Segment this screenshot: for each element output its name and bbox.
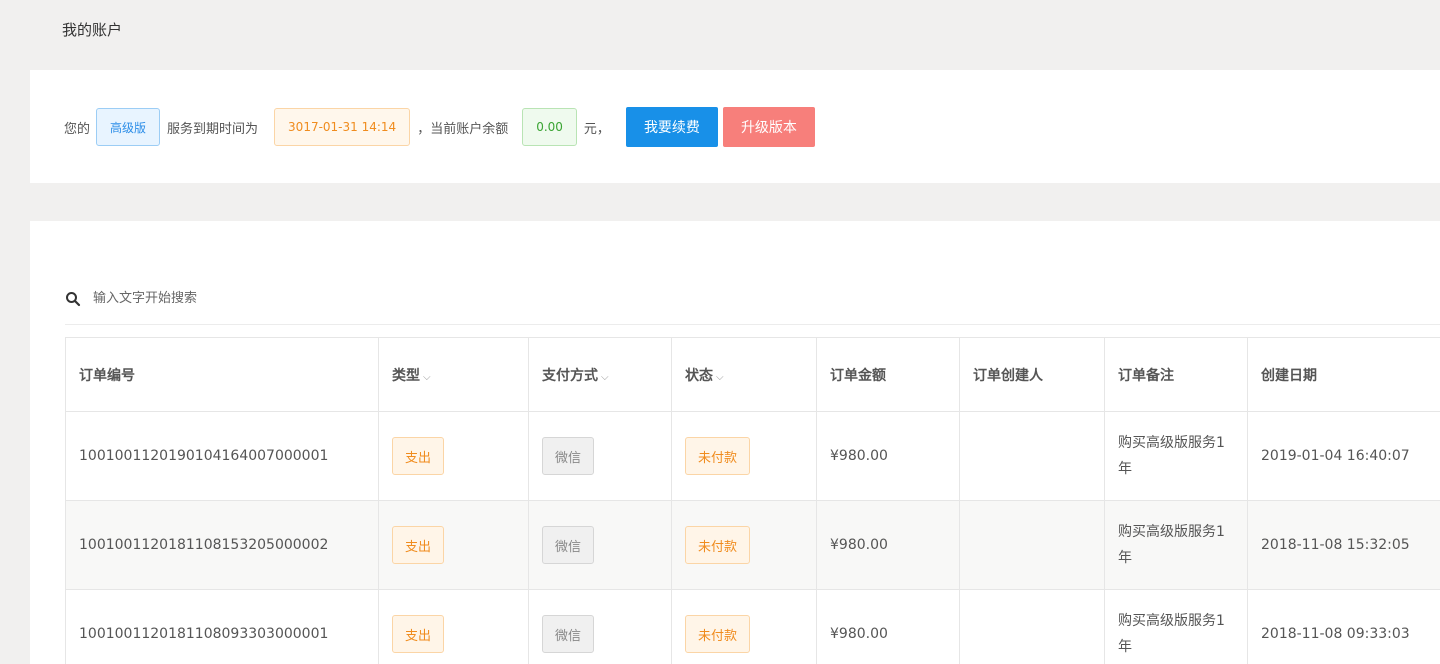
status-cell: 未付款 bbox=[671, 500, 817, 590]
header-amount: 订单金额 bbox=[816, 337, 960, 412]
table-row[interactable]: 1001001120181108153205000002 支出 微信 未付款 ¥… bbox=[65, 500, 1440, 590]
amount-cell: ¥980.00 bbox=[816, 589, 960, 664]
payment-badge: 微信 bbox=[542, 437, 595, 475]
payment-badge: 微信 bbox=[542, 526, 595, 564]
header-created-date: 创建日期 bbox=[1247, 337, 1440, 412]
creator-cell bbox=[959, 589, 1105, 664]
type-cell: 支出 bbox=[378, 589, 529, 664]
expire-date-badge: 3017-01-31 14:14 bbox=[274, 108, 411, 146]
creator-cell bbox=[959, 411, 1105, 501]
page-title: 我的账户 bbox=[62, 21, 123, 39]
order-id-cell: 1001001120181108093303000001 bbox=[65, 589, 379, 664]
payment-cell: 微信 bbox=[528, 500, 672, 590]
header-type[interactable]: 类型 ⌵ bbox=[378, 337, 529, 412]
table-row[interactable]: 1001001120190104164007000001 支出 微信 未付款 ¥… bbox=[65, 411, 1440, 501]
service-expire-text: 服务到期时间为 bbox=[167, 121, 259, 137]
chevron-down-icon: ⌵ bbox=[601, 371, 609, 383]
status-cell: 未付款 bbox=[671, 589, 817, 664]
status-badge: 未付款 bbox=[685, 615, 751, 653]
status-cell: 未付款 bbox=[671, 411, 817, 501]
type-cell: 支出 bbox=[378, 500, 529, 590]
balance-badge: 0.00 bbox=[522, 108, 577, 146]
date-cell: 2018-11-08 09:33:03 bbox=[1247, 589, 1440, 664]
date-cell: 2019-01-04 16:40:07 bbox=[1247, 411, 1440, 501]
search-input[interactable] bbox=[91, 290, 495, 307]
chevron-down-icon: ⌵ bbox=[423, 371, 431, 383]
type-cell: 支出 bbox=[378, 411, 529, 501]
table-header-row: 订单编号 类型 ⌵ 支付方式 ⌵ 状态 ⌵ 订单金额 订单创建人 订单备注 创建日期 bbox=[65, 337, 1440, 412]
amount-cell: ¥980.00 bbox=[816, 500, 960, 590]
note-cell: 购买高级版服务1年 bbox=[1104, 589, 1248, 664]
balance-text: ，当前账户余额 bbox=[417, 121, 509, 137]
header-payment[interactable]: 支付方式 ⌵ bbox=[528, 337, 672, 412]
status-badge: 未付款 bbox=[685, 437, 751, 475]
header-note: 订单备注 bbox=[1104, 337, 1248, 412]
orders-card: 订单编号 类型⌵ 支付方式⌵ 状态⌵ 订单金额 订单创建人 订单备注 创建日期 … bbox=[30, 221, 1440, 664]
note-cell: 购买高级版服务1年 bbox=[1104, 411, 1248, 501]
type-badge: 支出 bbox=[392, 526, 445, 564]
status-badge: 未付款 bbox=[685, 526, 751, 564]
order-id-cell: 1001001120181108153205000002 bbox=[65, 500, 379, 590]
creator-cell bbox=[959, 500, 1105, 590]
plan-badge: 高级版 bbox=[96, 108, 161, 146]
orders-table: 订单编号 类型 ⌵ 支付方式 ⌵ 状态 ⌵ 订单金额 订单创建人 订单备注 创建日期 … bbox=[65, 337, 1440, 664]
upgrade-button[interactable]: 升级版本 bbox=[722, 107, 815, 147]
search-bar bbox=[65, 289, 1440, 325]
header-creator: 订单创建人 bbox=[959, 337, 1105, 412]
summary-prefix: 您的 bbox=[64, 121, 91, 137]
date-cell: 2018-11-08 15:32:05 bbox=[1247, 500, 1440, 590]
balance-unit: 元， bbox=[583, 121, 610, 137]
type-badge: 支出 bbox=[392, 437, 445, 475]
search-icon bbox=[65, 291, 81, 307]
payment-cell: 微信 bbox=[528, 589, 672, 664]
header-order-id: 订单编号 bbox=[65, 337, 379, 412]
chevron-down-icon: ⌵ bbox=[716, 371, 724, 383]
header-status[interactable]: 状态 ⌵ bbox=[671, 337, 817, 412]
order-id-cell: 1001001120190104164007000001 bbox=[65, 411, 379, 501]
type-badge: 支出 bbox=[392, 615, 445, 653]
amount-cell: ¥980.00 bbox=[816, 411, 960, 501]
note-cell: 购买高级版服务1年 bbox=[1104, 500, 1248, 590]
renew-button[interactable]: 我要续费 bbox=[625, 107, 718, 147]
table-row[interactable]: 1001001120181108093303000001 支出 微信 未付款 ¥… bbox=[65, 589, 1440, 664]
account-summary-card: 您的 高级版 服务到期时间为 3017-01-31 14:14 ，当前账户余额 … bbox=[30, 70, 1440, 183]
account-summary-line: 您的 高级版 服务到期时间为 3017-01-31 14:14 ，当前账户余额 … bbox=[64, 107, 820, 147]
payment-cell: 微信 bbox=[528, 411, 672, 501]
payment-badge: 微信 bbox=[542, 615, 595, 653]
